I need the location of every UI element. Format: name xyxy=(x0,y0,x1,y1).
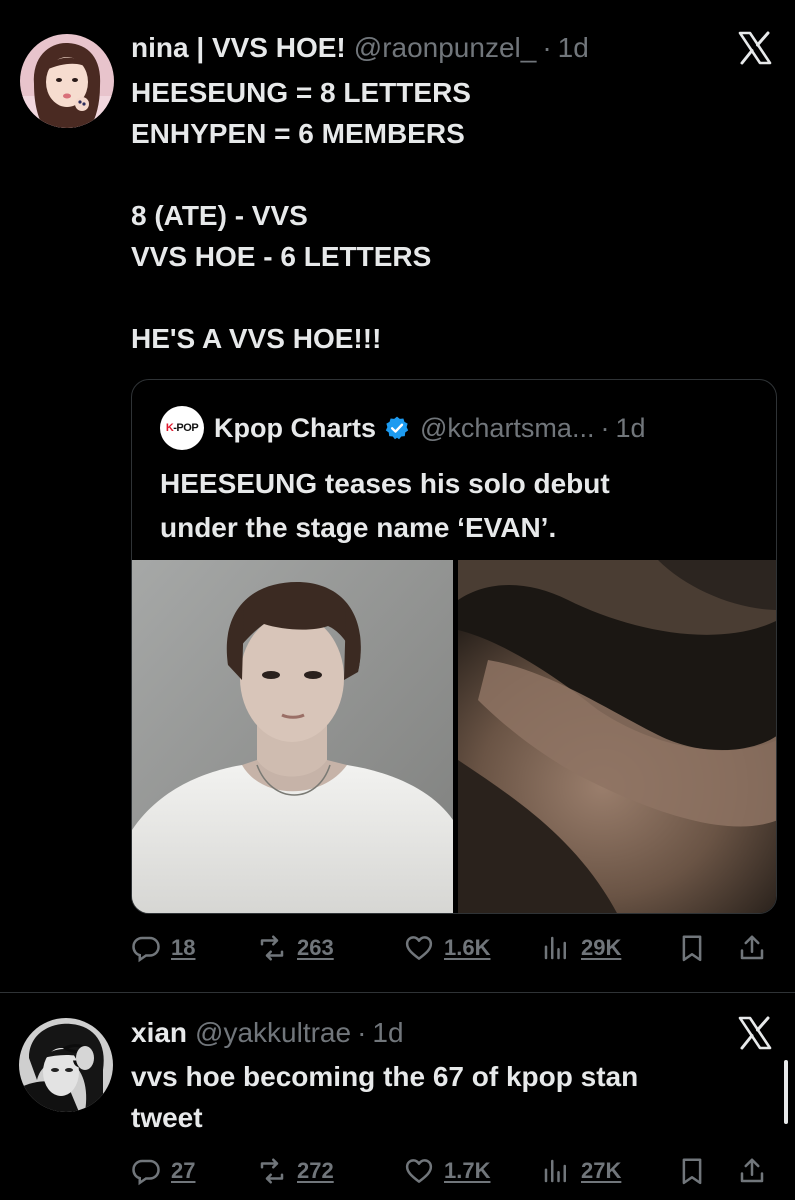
tweet-text-line: VVS HOE - 6 LETTERS xyxy=(131,241,432,272)
timestamp[interactable]: 1d xyxy=(558,32,589,64)
tweet-header: xian @yakkultrae · 1d xyxy=(131,1015,404,1051)
share-button[interactable] xyxy=(737,1151,767,1191)
bookmark-icon xyxy=(682,935,702,962)
tweet-text-line: 8 (ATE) - VVS xyxy=(131,200,308,231)
scrollbar[interactable] xyxy=(784,1060,788,1124)
views-button[interactable]: 27K xyxy=(541,1151,621,1191)
author-name[interactable]: xian xyxy=(131,1017,187,1049)
author-name[interactable]: nina | VVS HOE! xyxy=(131,32,346,64)
tweet-text-line xyxy=(131,277,471,318)
tweet-actions: 27 272 1.7K 27K xyxy=(131,1151,771,1191)
heart-icon xyxy=(405,1159,433,1183)
repost-icon xyxy=(260,935,284,961)
tweet-text-line: ENHYPEN = 6 MEMBERS xyxy=(131,118,465,149)
author-handle[interactable]: @yakkultrae xyxy=(195,1017,351,1049)
views-count: 29K xyxy=(581,935,622,960)
quoted-timestamp[interactable]: 1d xyxy=(615,413,645,444)
separator-dot: · xyxy=(542,32,552,63)
share-icon xyxy=(740,935,764,960)
logo-text-rest: -POP xyxy=(173,422,199,434)
views-button[interactable]: 29K xyxy=(541,928,621,968)
reply-count: 27 xyxy=(171,1158,196,1183)
quoted-text-line: under the stage name ‘EVAN’. xyxy=(160,512,557,543)
tweet[interactable]: nina | VVS HOE! @raonpunzel_ · 1d HEESEU… xyxy=(0,0,795,992)
quoted-author-name[interactable]: Kpop Charts xyxy=(214,413,376,444)
tweet-text-line: HE'S A VVS HOE!!! xyxy=(131,323,382,354)
tweet-text-line: vvs hoe becoming the 67 of kpop stan xyxy=(131,1061,639,1092)
views-icon xyxy=(544,1159,566,1183)
reply-icon xyxy=(132,1159,160,1186)
quoted-photo-portrait[interactable] xyxy=(132,560,453,913)
heart-icon xyxy=(405,936,433,960)
tweet-text-line: tweet xyxy=(131,1102,203,1133)
avatar[interactable] xyxy=(19,1018,113,1112)
quoted-tweet[interactable]: K-POP Kpop Charts @kchartsma... · 1d HEE… xyxy=(131,379,777,914)
avatar[interactable] xyxy=(20,34,114,128)
quoted-tweet-text: HEESEUNG teases his solo debut under the… xyxy=(160,462,610,550)
quoted-text-line: HEESEUNG teases his solo debut xyxy=(160,468,610,499)
tweet-text-line: HEESEUNG = 8 LETTERS xyxy=(131,77,471,108)
repost-count: 272 xyxy=(297,1158,334,1183)
tweet-header: nina | VVS HOE! @raonpunzel_ · 1d xyxy=(131,30,589,66)
separator-dot: · xyxy=(600,412,610,443)
views-count: 27K xyxy=(581,1158,622,1183)
quoted-tweet-header: K-POP Kpop Charts @kchartsma... · 1d xyxy=(160,406,646,450)
verified-badge-icon xyxy=(385,416,409,440)
like-count: 1.7K xyxy=(444,1158,491,1183)
timestamp[interactable]: 1d xyxy=(372,1017,403,1049)
x-logo-icon[interactable] xyxy=(737,1015,773,1051)
bookmark-button[interactable] xyxy=(677,928,707,968)
reply-button[interactable]: 27 xyxy=(131,1151,195,1191)
kpop-charts-logo[interactable]: K-POP xyxy=(160,406,204,450)
bookmark-button[interactable] xyxy=(677,1151,707,1191)
separator-dot: · xyxy=(357,1017,367,1048)
repost-count: 263 xyxy=(297,935,334,960)
views-icon xyxy=(544,936,566,960)
tweet-text: HEESEUNG = 8 LETTERS ENHYPEN = 6 MEMBERS… xyxy=(131,72,471,359)
share-icon xyxy=(740,1158,764,1183)
repost-icon xyxy=(260,1158,284,1184)
x-logo-icon[interactable] xyxy=(737,30,773,66)
tweet[interactable]: xian @yakkultrae · 1d vvs hoe becoming t… xyxy=(0,993,795,1200)
like-button[interactable]: 1.7K xyxy=(404,1151,490,1191)
repost-button[interactable]: 263 xyxy=(257,928,334,968)
like-button[interactable]: 1.6K xyxy=(404,928,490,968)
reply-button[interactable]: 18 xyxy=(131,928,195,968)
like-count: 1.6K xyxy=(444,935,491,960)
quoted-author-handle[interactable]: @kchartsma... xyxy=(420,413,594,444)
quoted-photo-arm[interactable] xyxy=(458,560,776,913)
bookmark-icon xyxy=(682,1158,702,1185)
repost-button[interactable]: 272 xyxy=(257,1151,334,1191)
author-handle[interactable]: @raonpunzel_ xyxy=(354,32,537,64)
tweet-actions: 18 263 1.6K 29K xyxy=(131,928,771,968)
tweet-text-line xyxy=(131,154,471,195)
reply-icon xyxy=(132,936,160,963)
reply-count: 18 xyxy=(171,935,196,960)
tweet-text: vvs hoe becoming the 67 of kpop stan twe… xyxy=(131,1056,638,1138)
share-button[interactable] xyxy=(737,928,767,968)
